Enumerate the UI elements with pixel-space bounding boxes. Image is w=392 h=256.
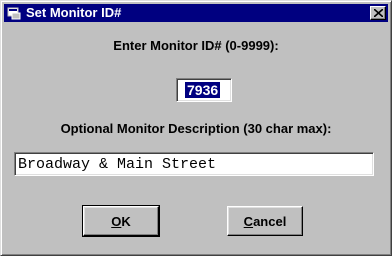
window-app-icon[interactable]	[7, 6, 21, 20]
cancel-mnemonic: C	[243, 213, 254, 229]
close-button[interactable]	[370, 6, 386, 20]
cancel-label-rest: ancel	[253, 213, 287, 229]
monitor-description-field[interactable]	[14, 152, 374, 176]
set-monitor-id-dialog: Set Monitor ID# Enter Monitor ID# (0-999…	[0, 0, 392, 256]
close-x-icon	[374, 9, 383, 17]
ok-mnemonic: O	[111, 213, 122, 229]
ok-button[interactable]: OK	[82, 205, 160, 237]
monitor-description-label: Optional Monitor Description (30 char ma…	[60, 121, 332, 136]
window-title: Set Monitor ID#	[26, 5, 122, 20]
monitor-id-label: Enter Monitor ID# (0-9999):	[113, 38, 279, 53]
monitor-description-input[interactable]	[18, 155, 368, 173]
monitor-id-field[interactable]: 7936	[176, 78, 232, 102]
title-bar[interactable]: Set Monitor ID#	[4, 4, 388, 22]
ok-label-rest: K	[121, 213, 131, 229]
monitor-id-value[interactable]: 7936	[185, 82, 221, 98]
cancel-button[interactable]: Cancel	[227, 206, 303, 236]
